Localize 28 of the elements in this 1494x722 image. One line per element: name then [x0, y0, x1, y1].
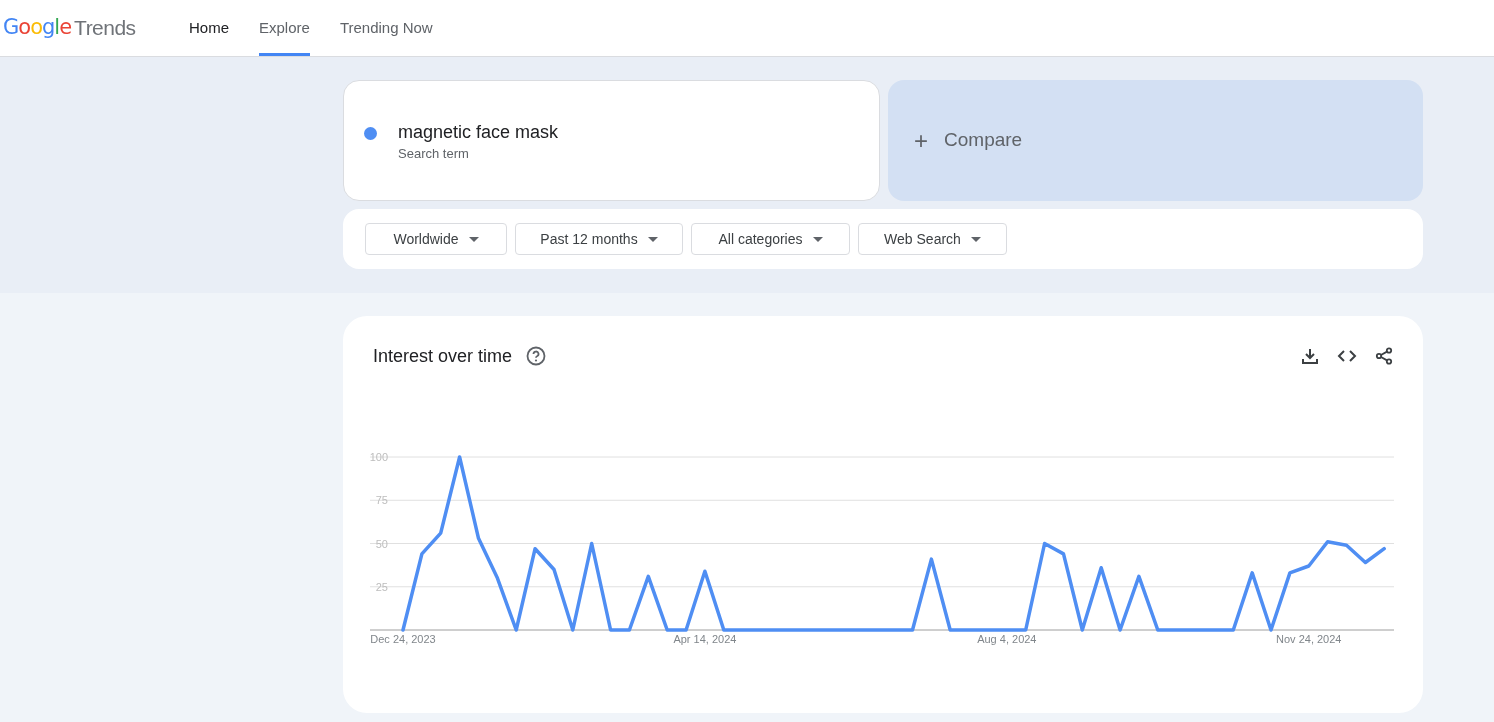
share-icon[interactable]: [1375, 347, 1393, 365]
filter-dropdown[interactable]: Past 12 months: [515, 223, 683, 255]
embed-code-icon[interactable]: [1337, 349, 1357, 363]
chart-title: Interest over time: [373, 344, 513, 368]
download-icon[interactable]: [1301, 347, 1319, 365]
filter-dropdown[interactable]: Web Search: [858, 223, 1007, 255]
compare-button[interactable]: + Compare: [888, 80, 1423, 201]
nav-tab[interactable]: Home: [189, 0, 229, 56]
x-axis-label: Dec 24, 2023: [370, 633, 436, 645]
y-axis-label: 25: [375, 580, 388, 593]
search-term: magnetic face mask: [398, 121, 559, 143]
y-axis-label: 50: [375, 537, 388, 550]
search-term-caption: Search term: [398, 145, 470, 163]
dropdown-caret-icon: [468, 236, 479, 242]
google-trends-logo[interactable]: GoogleTrends: [0, 0, 160, 56]
search-term-card[interactable]: magnetic face mask Search term: [343, 80, 880, 201]
help-icon[interactable]: [526, 346, 547, 366]
dropdown-caret-icon: [970, 236, 981, 242]
filter-dropdown[interactable]: All categories: [691, 223, 850, 255]
dropdown-caret-icon: [812, 236, 823, 242]
y-axis-label: 75: [375, 494, 388, 507]
dropdown-caret-icon: [647, 236, 658, 242]
y-axis-label: 100: [369, 451, 388, 463]
x-axis-label: Nov 24, 2024: [1276, 633, 1342, 645]
x-axis-label: Apr 14, 2024: [673, 633, 737, 645]
filter-dropdown[interactable]: Worldwide: [365, 223, 507, 255]
nav-tab[interactable]: Trending Now: [339, 0, 433, 56]
x-axis-label: Aug 4, 2024: [977, 633, 1037, 645]
